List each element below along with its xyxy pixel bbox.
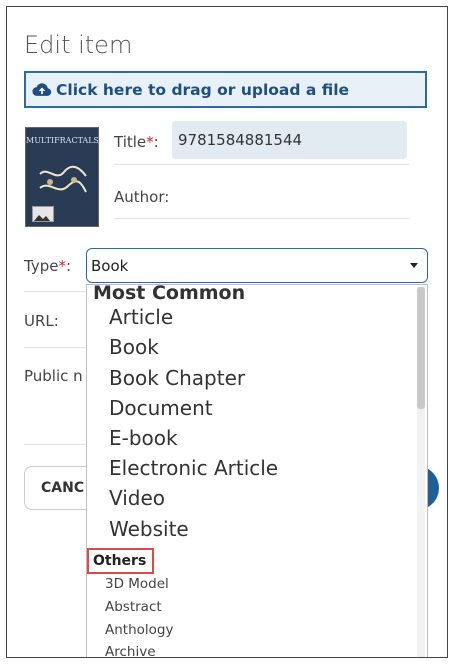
required-mark: * [146, 133, 154, 151]
option-anthology[interactable]: Anthology [105, 622, 173, 638]
scrollbar-thumb[interactable] [417, 287, 425, 409]
cloud-upload-icon [32, 82, 52, 96]
option-website[interactable]: Website [109, 517, 189, 541]
colon: : [65, 257, 72, 275]
required-mark: * [58, 257, 66, 275]
option-electronic-article[interactable]: Electronic Article [109, 456, 278, 480]
upload-file-button[interactable]: Click here to drag or upload a file [24, 71, 427, 108]
option-book-chapter[interactable]: Book Chapter [109, 366, 245, 390]
group-header-others: Others [87, 548, 154, 574]
caret-down-icon[interactable] [410, 263, 418, 268]
option-e-book[interactable]: E-book [109, 426, 178, 450]
page-title: Edit item [24, 31, 133, 59]
divider [24, 347, 86, 348]
divider [24, 444, 86, 445]
title-label: Title*: [114, 133, 159, 151]
option-abstract[interactable]: Abstract [105, 599, 162, 615]
option-archive[interactable]: Archive [105, 644, 156, 657]
edit-item-panel: Edit item Click here to drag or upload a… [6, 6, 448, 658]
title-label-text: Title [114, 133, 147, 151]
option-book[interactable]: Book [109, 335, 159, 359]
public-note-label: Public n [24, 367, 83, 385]
upload-label: Click here to drag or upload a file [56, 80, 350, 99]
type-label-text: Type [24, 257, 59, 275]
option-document[interactable]: Document [109, 396, 213, 420]
url-label: URL: [24, 312, 59, 330]
cover-title: MULTIFRACTALS [26, 136, 99, 145]
type-label: Type*: [24, 257, 71, 275]
image-glyph [34, 215, 50, 221]
type-select[interactable]: Book [86, 248, 428, 283]
option-3d-model[interactable]: 3D Model [105, 576, 169, 592]
title-input[interactable]: 9781584881544 [172, 121, 407, 159]
cover-figure [39, 165, 87, 193]
book-cover-thumbnail[interactable]: MULTIFRACTALS [25, 127, 99, 227]
type-dropdown-menu[interactable]: Most Common Article Book Book Chapter Do… [86, 284, 428, 657]
divider [114, 164, 409, 165]
dropdown-scrollbar[interactable] [417, 287, 425, 657]
image-icon[interactable] [32, 206, 54, 222]
group-header-most-common: Most Common [93, 284, 246, 304]
author-label: Author: [114, 188, 170, 206]
colon: : [153, 133, 159, 151]
divider [114, 218, 409, 219]
option-video[interactable]: Video [109, 486, 165, 510]
divider [24, 291, 86, 292]
option-article[interactable]: Article [109, 305, 173, 329]
type-select-value: Book [91, 256, 129, 275]
